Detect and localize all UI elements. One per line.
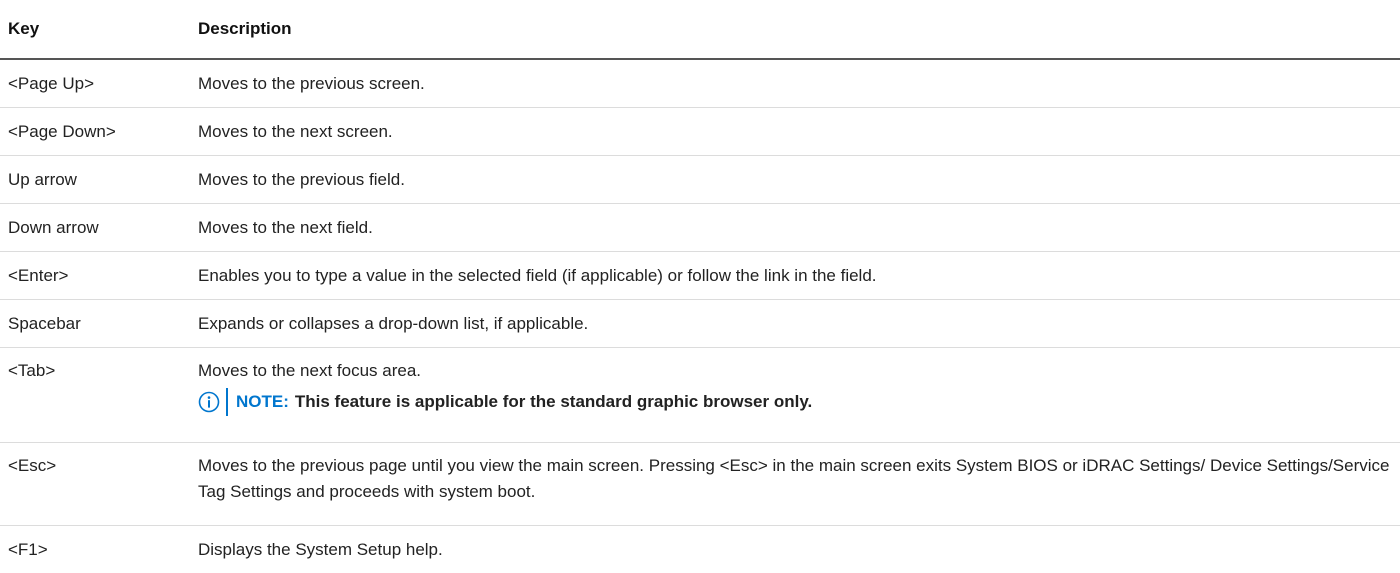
- description-cell: Expands or collapses a drop-down list, i…: [190, 300, 1400, 348]
- note-divider: [226, 388, 228, 416]
- table-row: Up arrow Moves to the previous field.: [0, 156, 1400, 204]
- key-cell: <F1>: [0, 526, 190, 573]
- table-row: <Page Up> Moves to the previous screen.: [0, 59, 1400, 108]
- table-row: Spacebar Expands or collapses a drop-dow…: [0, 300, 1400, 348]
- table-row: <Enter> Enables you to type a value in t…: [0, 252, 1400, 300]
- description-cell: Moves to the previous page until you vie…: [190, 443, 1400, 526]
- description-cell: Moves to the previous field.: [190, 156, 1400, 204]
- description-cell: Moves to the previous screen.: [190, 59, 1400, 108]
- table-row: Down arrow Moves to the next field.: [0, 204, 1400, 252]
- header-description: Description: [190, 0, 1400, 59]
- description-cell: Moves to the next field.: [190, 204, 1400, 252]
- description-cell: Moves to the next screen.: [190, 108, 1400, 156]
- key-cell: Spacebar: [0, 300, 190, 348]
- table-row: <Page Down> Moves to the next screen.: [0, 108, 1400, 156]
- key-cell: Up arrow: [0, 156, 190, 204]
- description-cell: Displays the System Setup help.: [190, 526, 1400, 573]
- note-callout: NOTE: This feature is applicable for the…: [198, 388, 1400, 416]
- key-cell: <Page Down>: [0, 108, 190, 156]
- info-icon: [198, 391, 220, 413]
- table-row: <Tab> Moves to the next focus area. NOTE…: [0, 348, 1400, 443]
- key-cell: <Page Up>: [0, 59, 190, 108]
- key-cell: <Esc>: [0, 443, 190, 526]
- note-text: This feature is applicable for the stand…: [295, 389, 812, 415]
- description-cell: Moves to the next focus area. NOTE: This…: [190, 348, 1400, 443]
- key-cell: Down arrow: [0, 204, 190, 252]
- table-header-row: Key Description: [0, 0, 1400, 59]
- header-key: Key: [0, 0, 190, 59]
- key-cell: <Tab>: [0, 348, 190, 443]
- key-description-table: Key Description <Page Up> Moves to the p…: [0, 0, 1400, 573]
- description-text: Moves to the next focus area.: [198, 358, 1400, 384]
- note-label: NOTE:: [236, 389, 289, 415]
- description-cell: Enables you to type a value in the selec…: [190, 252, 1400, 300]
- table-row: <F1> Displays the System Setup help.: [0, 526, 1400, 573]
- table-row: <Esc> Moves to the previous page until y…: [0, 443, 1400, 526]
- key-cell: <Enter>: [0, 252, 190, 300]
